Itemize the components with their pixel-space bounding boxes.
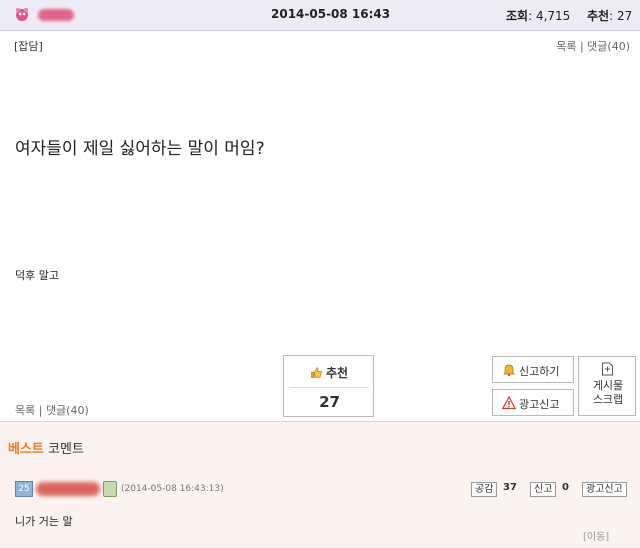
post-date: 2014-05-08 16:43	[271, 7, 391, 21]
best-title-highlight: 베스트	[8, 442, 44, 457]
agree-count: 37	[503, 482, 517, 493]
best-title-rest: 코멘트	[43, 442, 84, 457]
thumbs-up-icon	[311, 367, 322, 378]
badge-icon	[103, 481, 117, 497]
top-list-comment-links[interactable]: 목록 | 댓글(40)	[556, 38, 630, 54]
recommend-count-label: 추천	[587, 9, 610, 23]
author-nickname-redacted[interactable]	[38, 9, 74, 21]
scrap-label-line1: 게시물	[592, 379, 624, 392]
recommend-button[interactable]: 추천 27	[283, 355, 374, 417]
report-button[interactable]: 신고하기	[492, 356, 574, 383]
recommend-count: 추천: 27	[587, 7, 632, 24]
view-count: 조회: 4,715	[506, 7, 570, 24]
recommend-label: 추천	[325, 366, 349, 380]
report-label: 신고하기	[519, 365, 560, 378]
comment-time: (2014-05-08 16:43:13)	[121, 484, 224, 494]
recommend-button-count: 27	[319, 393, 340, 411]
scrap-label: 게시물 스크랩	[579, 379, 637, 407]
ad-report-label: 광고신고	[519, 398, 560, 411]
bell-icon	[503, 364, 515, 377]
comment-text: 니가 거는 말	[15, 515, 73, 528]
scrap-icon	[602, 362, 613, 376]
comment-report-button[interactable]: 신고	[530, 482, 557, 497]
ad-report-button[interactable]: 광고신고	[492, 389, 574, 416]
view-count-value: : 4,715	[528, 9, 571, 23]
commenter-nickname-redacted[interactable]	[36, 482, 100, 496]
move-link[interactable]: [이동]	[583, 528, 609, 543]
best-comments-title: 베스트 코멘트	[8, 438, 84, 457]
post-category: [잡담]	[14, 40, 43, 53]
bottom-list-comment-links[interactable]: 목록 | 댓글(40)	[15, 402, 89, 418]
comment-ad-report-button[interactable]: 광고신고	[582, 482, 627, 497]
recommend-count-value: : 27	[609, 9, 633, 23]
agree-button[interactable]: 공감	[471, 482, 498, 497]
post-title: 여자들이 제일 싫어하는 말이 머임?	[15, 139, 265, 159]
view-count-label: 조회	[506, 9, 529, 23]
user-level-icon: 25	[15, 481, 33, 497]
recommend-divider	[290, 387, 369, 388]
scrap-label-line2: 스크랩	[592, 393, 624, 406]
recommend-label-row: 추천	[284, 364, 375, 381]
post-body: 덕후 말고	[15, 269, 59, 282]
scrap-button[interactable]: 게시물 스크랩	[578, 356, 636, 416]
warning-icon	[502, 396, 516, 410]
comment-report-count: 0	[562, 482, 569, 493]
